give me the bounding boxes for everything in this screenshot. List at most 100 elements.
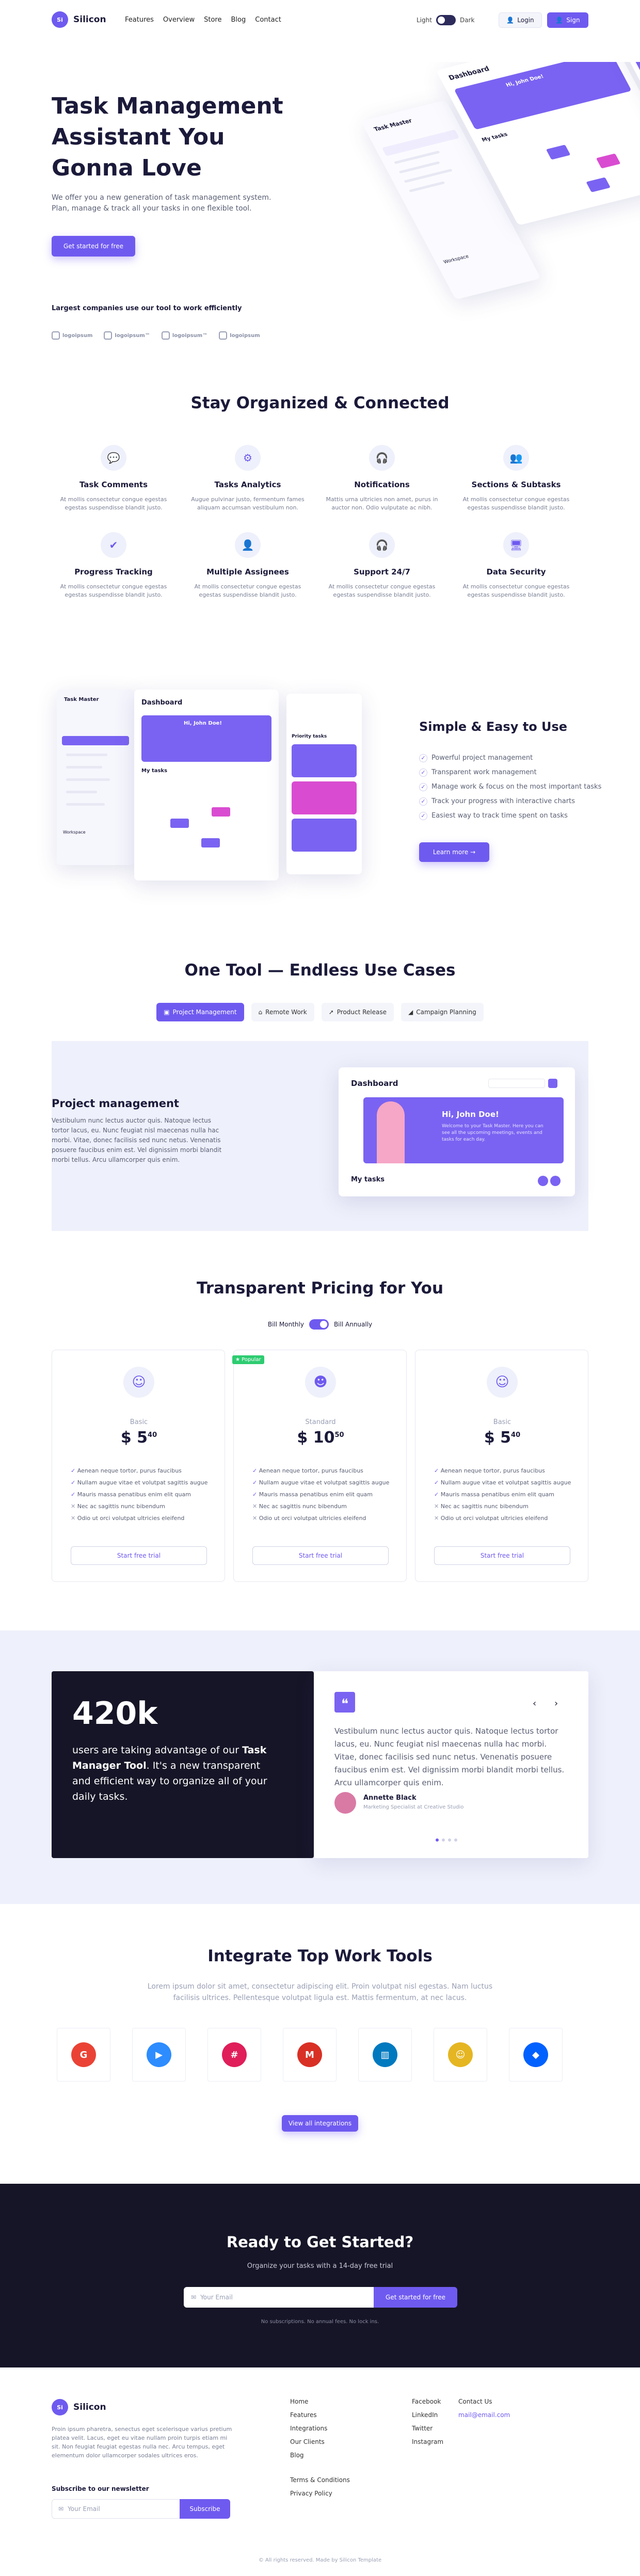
- feature-icon: 🖥: [503, 532, 529, 558]
- footer-brand-name: Silicon: [73, 2402, 106, 2412]
- testimonial-card: ❝ ‹ › Vestibulum nunc lectus auctor quis…: [314, 1671, 588, 1858]
- footer-text: Proin ipsum pharetra, senectus eget scel…: [52, 2426, 232, 2459]
- tool-card[interactable]: G: [57, 2028, 110, 2082]
- hero-cta-button[interactable]: Get started for free: [52, 236, 135, 257]
- logo-mark-icon: Si: [52, 11, 68, 28]
- feature-icon: 💬: [101, 445, 126, 471]
- simple-title: Simple & Easy to Use: [419, 719, 568, 734]
- footer-link-clients[interactable]: Our Clients: [290, 2435, 350, 2449]
- nav-link-features[interactable]: Features: [125, 16, 154, 24]
- simple-mock-brand: Task Master: [64, 697, 99, 702]
- cta-email-field[interactable]: ✉ Your Email: [184, 2287, 375, 2308]
- users-text: users are taking advantage of our Task M…: [72, 1745, 267, 1802]
- feature-desc: Mattis urna ultricies non amet, purus in…: [326, 496, 438, 511]
- footer-link-instagram[interactable]: Instagram: [412, 2435, 443, 2449]
- nav-link-contact[interactable]: Contact: [255, 16, 281, 24]
- theme-light-label: Light: [417, 17, 432, 24]
- tab-campaign-planning[interactable]: ◢ Campaign Planning: [401, 1003, 484, 1021]
- theme-switch[interactable]: [436, 15, 456, 25]
- footer-link-twitter[interactable]: Twitter: [412, 2422, 443, 2435]
- feature-desc: At mollis consectetur congue egestas ege…: [462, 583, 570, 598]
- carousel-dot[interactable]: [454, 1838, 457, 1842]
- gmail-icon: M: [297, 2042, 322, 2067]
- footer-link-privacy[interactable]: Privacy Policy: [290, 2487, 350, 2500]
- tab-product-release[interactable]: ➚ Product Release: [321, 1003, 394, 1021]
- feature-card: 🎧 Notifications Mattis urna ultricies non …: [317, 445, 446, 512]
- companies-title: Largest companies use our tool to work e…: [52, 305, 242, 312]
- tool-card[interactable]: M: [283, 2028, 337, 2082]
- plan-feature: Nec ac sagittis nunc bibendum: [71, 1500, 207, 1512]
- feature-desc: Augue pulvinar justo, fermentum fames al…: [191, 496, 305, 511]
- nav-link-blog[interactable]: Blog: [231, 16, 246, 24]
- footer-link-facebook[interactable]: Facebook: [412, 2395, 443, 2408]
- tool-card[interactable]: #: [207, 2028, 261, 2082]
- plan-name: Basic: [130, 1418, 148, 1426]
- start-trial-button[interactable]: Start free trial: [434, 1546, 570, 1565]
- logoipsum-icon: [104, 331, 113, 340]
- carousel-dot[interactable]: [448, 1838, 451, 1842]
- feature-card: ✔ Progress Tracking At mollis consectetur …: [49, 532, 178, 599]
- feature-icon: 🎧: [369, 445, 395, 471]
- start-trial-button[interactable]: Start free trial: [252, 1546, 389, 1565]
- prev-arrow-icon[interactable]: [538, 1176, 548, 1186]
- subscribe-button[interactable]: Subscribe: [180, 2499, 230, 2519]
- page: Si Silicon Features Overview Store Blog …: [0, 0, 640, 2576]
- billing-switch[interactable]: [309, 1319, 329, 1330]
- company-logo: logoipsum™: [104, 331, 150, 340]
- plan-feature: Mauris massa penatibus enim elit quam: [252, 1489, 389, 1500]
- feature-title: Progress Tracking: [74, 567, 153, 577]
- bill-monthly-label: Bill Monthly: [267, 1321, 304, 1328]
- slack-icon: #: [222, 2042, 247, 2067]
- simple-mock-priority: Priority tasks: [286, 694, 362, 874]
- brand-logo[interactable]: Si Silicon: [52, 11, 106, 28]
- next-arrow-icon[interactable]: [550, 1176, 561, 1186]
- carousel-dot[interactable]: [436, 1838, 439, 1842]
- nav-link-store[interactable]: Store: [204, 16, 221, 24]
- tab-remote-work[interactable]: ⌂ Remote Work: [251, 1003, 314, 1021]
- usecase-mytasks: My tasks: [351, 1176, 385, 1183]
- tab-project-management[interactable]: ▣ Project Management: [156, 1003, 244, 1021]
- carousel-dot[interactable]: [442, 1838, 445, 1842]
- prev-testimonial-icon[interactable]: ‹: [533, 1698, 536, 1709]
- cta-section: Ready to Get Started? Organize your task…: [0, 2184, 640, 2367]
- nav-link-overview[interactable]: Overview: [163, 16, 195, 24]
- plan-feature: Aenean neque tortor, purus faucibus: [434, 1465, 571, 1477]
- tool-card[interactable]: ▶: [132, 2028, 186, 2082]
- footer-link-blog[interactable]: Blog: [290, 2449, 350, 2462]
- footer-logo[interactable]: Si Silicon: [52, 2399, 106, 2415]
- mock-brand: Task Master: [373, 117, 413, 133]
- company-logo: logoipsum™: [161, 331, 207, 340]
- usecase-tabs: ▣ Project Management ⌂ Remote Work ➚ Produc…: [0, 1003, 640, 1021]
- sign-button[interactable]: 👤 Sign: [547, 12, 588, 28]
- tool-card[interactable]: ◆: [509, 2028, 563, 2082]
- plan-feature: Odio ut orci volutpat ultricies eleifend: [252, 1512, 389, 1524]
- footer-link-linkedin[interactable]: LinkedIn: [412, 2408, 443, 2422]
- footer-link-integrations[interactable]: Integrations: [290, 2422, 350, 2435]
- simple-mock-dashboard: Dashboard: [141, 699, 183, 707]
- pricing-card: ☺ Basic $ 540 Aenean neque tortor, purus fa…: [52, 1350, 225, 1582]
- hero-dashboard-mock: Task Master Workspace Dashboard Hi, John…: [330, 62, 640, 330]
- next-testimonial-icon[interactable]: ›: [554, 1698, 558, 1709]
- tool-card[interactable]: ☺: [434, 2028, 487, 2082]
- dropbox-icon: ◆: [523, 2042, 548, 2067]
- footer-link-home[interactable]: Home: [290, 2395, 350, 2408]
- learn-more-button[interactable]: Learn more →: [419, 842, 489, 862]
- footer-link-features[interactable]: Features: [290, 2408, 350, 2422]
- usecase-dashboard: Dashboard Hi, John Doe! Welcome to your …: [339, 1067, 575, 1196]
- cta-submit-button[interactable]: Get started for free: [374, 2287, 457, 2308]
- footer-email-link[interactable]: mail@email.com: [458, 2408, 510, 2422]
- newsletter-email-field[interactable]: ✉ Your Email: [52, 2499, 181, 2519]
- feature-desc: At mollis consectetur congue egestas ege…: [60, 583, 167, 598]
- footer-col-contact: Contact Us mail@email.com: [458, 2395, 510, 2422]
- footer-link-terms[interactable]: Terms & Conditions: [290, 2473, 350, 2487]
- view-integrations-button[interactable]: View all integrations: [282, 2115, 358, 2132]
- usecase-sub: Welcome to your Task Master. Here you ca…: [442, 1124, 543, 1142]
- plan-feature: Nullam augue vitae et volutpat sagittis …: [252, 1477, 390, 1489]
- start-trial-button[interactable]: Start free trial: [71, 1546, 207, 1565]
- quote-icon: ❝: [334, 1692, 355, 1713]
- home-icon: ⌂: [258, 1009, 263, 1016]
- login-button[interactable]: 👤 Login: [499, 12, 542, 28]
- plan-feature: Nec ac sagittis nunc bibendum: [252, 1500, 389, 1512]
- footer-contact-title: Contact Us: [458, 2398, 492, 2405]
- tool-card[interactable]: ▥: [358, 2028, 412, 2082]
